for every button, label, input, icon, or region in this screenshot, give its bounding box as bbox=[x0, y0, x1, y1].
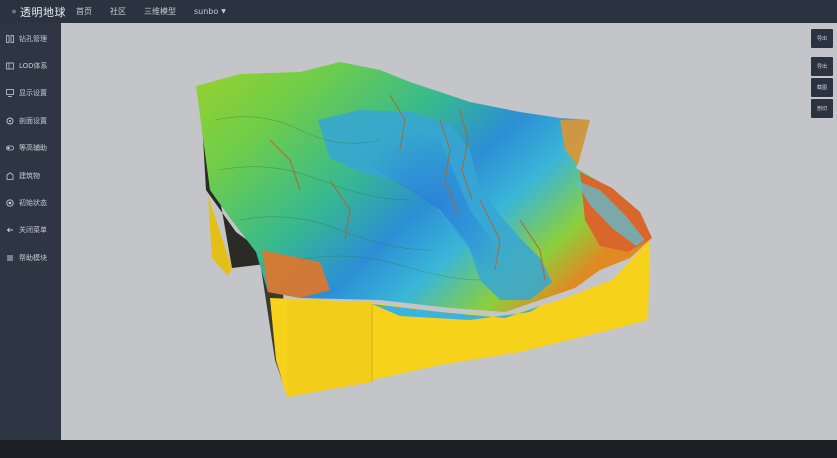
nav-3d-model[interactable]: 三维模型 bbox=[144, 6, 176, 17]
sidebar-item-label: 初始状态 bbox=[19, 199, 47, 208]
screenshot-button[interactable]: 截图 bbox=[811, 78, 833, 97]
sidebar-item-label: 建筑物 bbox=[19, 171, 40, 180]
sidebar-item-display-settings[interactable]: 显示设置 bbox=[0, 80, 61, 107]
export-button[interactable]: 导出 bbox=[811, 29, 833, 48]
sidebar-item-initial-state[interactable]: 初始状态 bbox=[0, 189, 61, 216]
logo[interactable]: 透明地球 bbox=[0, 3, 66, 20]
layers-icon bbox=[6, 62, 14, 70]
settings-icon bbox=[6, 117, 14, 125]
sidebar-item-label: 钻孔管理 bbox=[19, 34, 47, 43]
logo-cube-icon bbox=[12, 9, 16, 14]
sidebar-item-label: LOD体系 bbox=[19, 62, 48, 71]
back-arrow-icon bbox=[6, 226, 14, 234]
building-icon bbox=[6, 171, 14, 180]
menu-icon bbox=[6, 254, 14, 262]
footer-bar bbox=[0, 440, 837, 458]
display-icon bbox=[6, 89, 14, 98]
sidebar-item-contour-assist[interactable]: 等高辅助 bbox=[0, 135, 61, 162]
sidebar-item-lod[interactable]: LOD体系 bbox=[0, 52, 61, 79]
reset-icon bbox=[6, 199, 14, 207]
nav-community[interactable]: 社区 bbox=[110, 6, 126, 17]
username: sunbo bbox=[194, 7, 219, 16]
top-navigation-bar: 透明地球 首页 社区 三维模型 sunbo ▼ bbox=[0, 0, 837, 23]
sidebar-item-label: 等高辅助 bbox=[19, 144, 47, 153]
3d-viewport[interactable] bbox=[61, 23, 837, 440]
sidebar-item-label: 关闭菜单 bbox=[19, 226, 47, 235]
main-nav: 首页 社区 三维模型 sunbo ▼ bbox=[76, 6, 244, 17]
sidebar-item-buildings[interactable]: 建筑物 bbox=[0, 162, 61, 189]
sidebar-item-help[interactable]: 帮助模块 bbox=[0, 244, 61, 271]
nav-home[interactable]: 首页 bbox=[76, 6, 92, 17]
toggle-icon bbox=[6, 144, 14, 152]
sidebar-item-drill-management[interactable]: 钻孔管理 bbox=[0, 25, 61, 52]
sidebar-item-section-settings[interactable]: 剖面设置 bbox=[0, 107, 61, 134]
sidebar-item-label: 显示设置 bbox=[19, 89, 47, 98]
sidebar: 钻孔管理 LOD体系 显示设置 剖面设置 等高辅助 建筑物 初始状态 关闭菜单 … bbox=[0, 23, 61, 440]
user-menu[interactable]: sunbo ▼ bbox=[194, 7, 226, 16]
export-button-2[interactable]: 导出 bbox=[811, 57, 833, 76]
grid-icon bbox=[6, 34, 14, 43]
chevron-down-icon: ▼ bbox=[221, 8, 226, 15]
logo-text: 透明地球 bbox=[20, 5, 66, 19]
sidebar-item-label: 剖面设置 bbox=[19, 116, 47, 125]
sidebar-item-close-menu[interactable]: 关闭菜单 bbox=[0, 217, 61, 244]
geological-terrain-model[interactable] bbox=[61, 23, 837, 440]
sidebar-item-label: 帮助模块 bbox=[19, 253, 47, 262]
cut-section-button[interactable]: 剖切 bbox=[811, 99, 833, 118]
